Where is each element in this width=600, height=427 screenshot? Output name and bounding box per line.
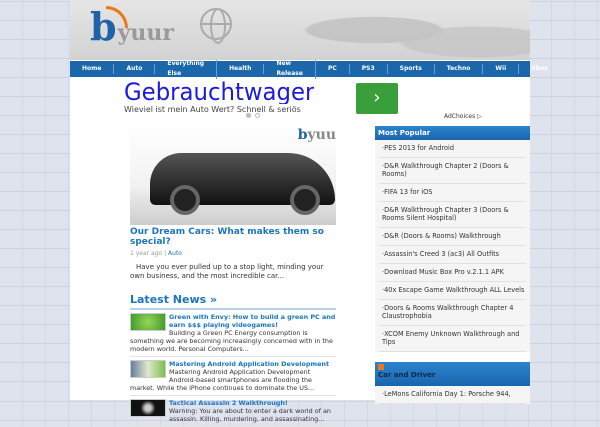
featured-logo-text: yuu bbox=[307, 127, 337, 143]
car-wheel bbox=[170, 185, 200, 215]
popular-link-text[interactable]: Download Music Box Pro v.2.1.1 APK bbox=[384, 268, 504, 276]
ad-text: Wieviel ist mein Auto Wert? Schnell & se… bbox=[124, 105, 301, 114]
globe-icon bbox=[200, 8, 232, 44]
car-wheel bbox=[290, 185, 320, 215]
main-content: byuu Our Dream Cars: What makes them so … bbox=[130, 125, 336, 427]
popular-link[interactable]: ·XCOM Enemy Unknown Walkthrough and Tips bbox=[379, 326, 526, 352]
popular-link-text[interactable]: D&R Walkthrough Chapter 2 (Doors & Rooms… bbox=[382, 162, 509, 178]
latest-news-heading[interactable]: Latest News » bbox=[130, 293, 336, 310]
nav-new-release[interactable]: New Release bbox=[264, 59, 316, 79]
signal-icon bbox=[106, 6, 128, 28]
feed-link[interactable]: ·LeMons California Day 1: Porsche 944, bbox=[379, 386, 526, 404]
popular-link-text[interactable]: 40x Escape Game Walkthrough ALL Levels bbox=[384, 286, 524, 294]
popular-link[interactable]: ·D&R Walkthrough Chapter 3 (Doors & Room… bbox=[379, 202, 526, 228]
news-title[interactable]: Mastering Android Application Developmen… bbox=[169, 360, 329, 368]
nav-auto[interactable]: Auto bbox=[114, 64, 156, 74]
popular-link-text[interactable]: D&R (Doors & Rooms) Walkthrough bbox=[384, 232, 501, 240]
page: b yuur Home Auto Everything Else Health N… bbox=[70, 0, 548, 427]
featured-age: 1 year ago bbox=[130, 250, 163, 257]
ad-next-button[interactable]: › bbox=[356, 83, 398, 114]
nav-wii[interactable]: Wii bbox=[483, 64, 520, 74]
nav-pc[interactable]: PC bbox=[316, 64, 350, 74]
world-map-decoration bbox=[270, 0, 530, 60]
car-and-driver-heading[interactable]: Car and Driver bbox=[375, 362, 530, 386]
popular-link[interactable]: ·FIFA 13 for iOS bbox=[379, 184, 526, 202]
ad-banner[interactable]: Gebrauchtwagen Wer Wieviel ist mein Auto… bbox=[124, 80, 374, 115]
feed-link-text[interactable]: LeMons California Day 1: Porsche 944, bbox=[384, 390, 511, 398]
popular-link-text[interactable]: Assassin's Creed 3 (ac3) All Outfits bbox=[384, 250, 499, 258]
sidebar: Most Popular ·PES 2013 for Android ·D&R … bbox=[375, 126, 530, 404]
adchoices-link[interactable]: AdChoices ▷ bbox=[444, 113, 482, 120]
most-popular-list: ·PES 2013 for Android ·D&R Walkthrough C… bbox=[375, 140, 530, 352]
news-thumbnail[interactable] bbox=[130, 313, 166, 331]
news-item: Mastering Android Application Developmen… bbox=[130, 357, 336, 396]
nav-everything-else[interactable]: Everything Else bbox=[155, 59, 218, 79]
popular-link-text[interactable]: FIFA 13 for iOS bbox=[384, 188, 432, 196]
featured-image[interactable]: byuu bbox=[130, 125, 336, 225]
rss-icon[interactable] bbox=[378, 364, 384, 370]
featured-title[interactable]: Our Dream Cars: What makes them so speci… bbox=[130, 227, 336, 247]
popular-link[interactable]: ·Download Music Box Pro v.2.1.1 APK bbox=[379, 264, 526, 282]
featured-logo-b: b bbox=[297, 127, 308, 143]
main-nav: Home Auto Everything Else Health New Rel… bbox=[70, 59, 548, 79]
pager-dot[interactable] bbox=[255, 113, 260, 118]
nav-sports[interactable]: Sports bbox=[388, 64, 435, 74]
header: b yuur bbox=[70, 0, 530, 60]
logo[interactable]: b yuur bbox=[90, 6, 174, 46]
news-item: Green with Envy: How to build a green PC… bbox=[130, 310, 336, 357]
news-thumbnail[interactable] bbox=[130, 399, 166, 417]
news-excerpt: Warning: You are about to enter a dark w… bbox=[169, 407, 331, 423]
nav-home[interactable]: Home bbox=[70, 64, 115, 74]
featured-meta: 1 year ago | Auto bbox=[130, 250, 336, 257]
popular-link-text[interactable]: XCOM Enemy Unknown Walkthrough and Tips bbox=[382, 330, 519, 346]
popular-link-text[interactable]: PES 2013 for Android bbox=[384, 144, 454, 152]
popular-link[interactable]: ·Assassin's Creed 3 (ac3) All Outfits bbox=[379, 246, 526, 264]
popular-link[interactable]: ·D&R (Doors & Rooms) Walkthrough bbox=[379, 228, 526, 246]
most-popular-heading: Most Popular bbox=[375, 126, 530, 140]
popular-link[interactable]: ·40x Escape Game Walkthrough ALL Levels bbox=[379, 282, 526, 300]
pager-dot[interactable] bbox=[246, 113, 251, 118]
news-excerpt: Building a Green PC Energy consumption i… bbox=[130, 329, 333, 353]
featured-logo: byuu bbox=[298, 127, 336, 143]
nav-techno[interactable]: Techno bbox=[435, 64, 484, 74]
nav-health[interactable]: Health bbox=[217, 64, 265, 74]
nav-ps3[interactable]: PS3 bbox=[350, 64, 388, 74]
news-thumbnail[interactable] bbox=[130, 360, 166, 378]
popular-link-text[interactable]: D&R Walkthrough Chapter 3 (Doors & Rooms… bbox=[382, 206, 509, 222]
news-item: Tactical Assassin 2 Walkthrough! Warning:… bbox=[130, 396, 336, 427]
news-title[interactable]: Green with Envy: How to build a green PC… bbox=[169, 313, 335, 329]
nav-xbox[interactable]: Xbox bbox=[519, 64, 560, 74]
news-title[interactable]: Tactical Assassin 2 Walkthrough! bbox=[169, 399, 288, 407]
ad-headline[interactable]: Gebrauchtwagen Wer bbox=[124, 80, 314, 104]
popular-link[interactable]: ·Doors & Rooms Walkthrough Chapter 4 Cla… bbox=[379, 300, 526, 326]
featured-category-link[interactable]: Auto bbox=[168, 250, 182, 257]
popular-link[interactable]: ·D&R Walkthrough Chapter 2 (Doors & Room… bbox=[379, 158, 526, 184]
popular-link[interactable]: ·PES 2013 for Android bbox=[379, 140, 526, 158]
popular-link-text[interactable]: Doors & Rooms Walkthrough Chapter 4 Clau… bbox=[382, 304, 514, 320]
ad-pager[interactable] bbox=[246, 113, 260, 118]
feed-list: ·LeMons California Day 1: Porsche 944, bbox=[375, 386, 530, 404]
featured-excerpt: Have you ever pulled up to a stop light,… bbox=[130, 263, 324, 280]
feed-title[interactable]: Car and Driver bbox=[378, 371, 435, 379]
